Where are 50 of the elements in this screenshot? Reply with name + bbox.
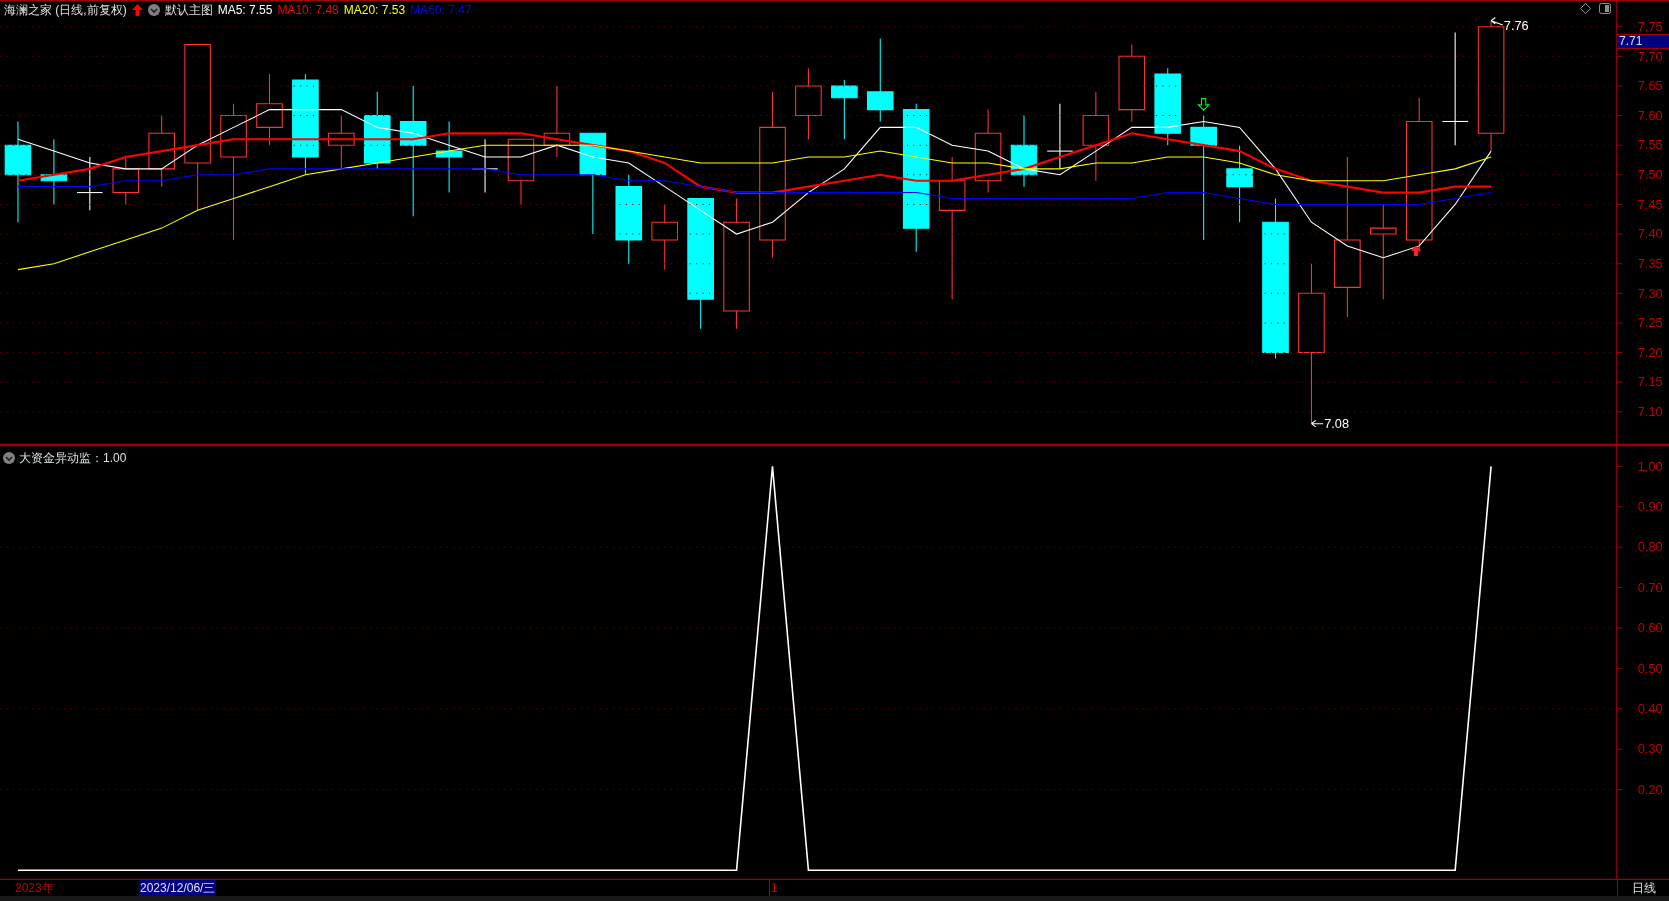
candlestick — [328, 115, 355, 170]
axis-label: 7.70 — [1637, 48, 1663, 64]
panel-icon[interactable] — [1599, 3, 1611, 14]
candlestick — [1046, 103, 1074, 170]
moving-average-label: MA20: 7.53 — [343, 2, 406, 19]
axis-label: 7.30 — [1637, 285, 1663, 301]
chevron-icon[interactable] — [147, 4, 160, 16]
candlestick — [831, 79, 858, 140]
axis-label: 7.55 — [1637, 137, 1663, 153]
moving-average-label: MA60: 7.47 — [410, 2, 472, 19]
axis-label: 0.60 — [1637, 620, 1663, 636]
axis-label: 7.50 — [1637, 167, 1663, 183]
price-tag: 7.71 — [1617, 34, 1669, 49]
annotation: 7.08 — [1324, 415, 1350, 431]
indicator-title: 大资金异动监：1.00 — [19, 450, 127, 467]
candlestick — [76, 156, 104, 211]
axis-label: 0.90 — [1637, 499, 1663, 515]
candlestick — [112, 156, 140, 205]
axis-label: 1.00 — [1637, 458, 1663, 474]
year-label: 2023年 — [15, 880, 54, 896]
axis-label: 7.60 — [1637, 107, 1663, 123]
axis-label: 7.45 — [1637, 196, 1663, 212]
axis-label: 7.15 — [1637, 374, 1663, 390]
candlestick — [651, 203, 678, 271]
axis-label: 0.70 — [1637, 579, 1663, 595]
chevron-icon[interactable] — [3, 452, 15, 464]
axis-label: 0.30 — [1637, 741, 1663, 757]
axis-label: 7.40 — [1637, 226, 1663, 242]
axis-label: 0.40 — [1637, 701, 1663, 716]
template-label[interactable]: 默认主图 — [164, 1, 213, 19]
candlestick — [507, 138, 535, 205]
moving-average-label: MA10: 7.48 — [277, 2, 339, 19]
axis-label: 7.10 — [1637, 404, 1663, 420]
cursor-date: 2023/12/06/三 — [139, 880, 217, 896]
candlestick — [40, 138, 68, 205]
axis-label: 7.20 — [1637, 344, 1663, 360]
axis-label: 7.25 — [1637, 315, 1663, 331]
annotation: 7.76 — [1503, 18, 1529, 34]
axis-label: 7.75 — [1637, 18, 1663, 34]
diamond-icon[interactable] — [1580, 3, 1591, 14]
axis-label: 7.35 — [1637, 255, 1663, 271]
up-arrow-icon — [1410, 245, 1422, 257]
axis-label: 7.65 — [1637, 78, 1663, 94]
up-arrow-icon — [131, 4, 143, 16]
down-arrow-icon — [1197, 98, 1211, 111]
axis-label: 0.50 — [1637, 660, 1663, 676]
axis-label: 0.80 — [1637, 539, 1663, 555]
axis-label: 0.20 — [1637, 781, 1663, 797]
moving-average-label: MA5: 7.55 — [217, 2, 273, 19]
chart-title: 海澜之家 (日线,前复权) — [4, 2, 127, 19]
